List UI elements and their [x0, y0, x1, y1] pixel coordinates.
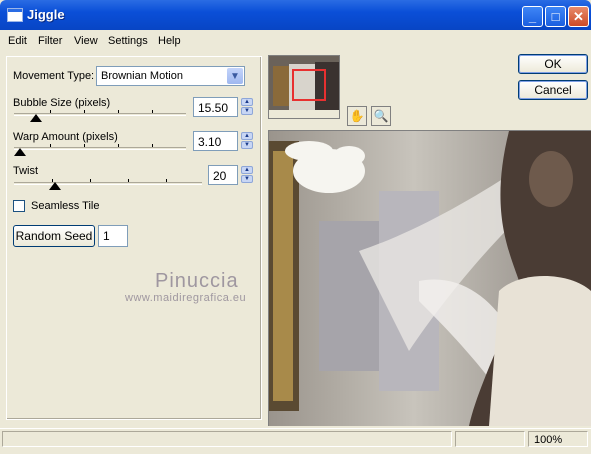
menu-filter[interactable]: Filter: [38, 35, 62, 47]
seamless-tile-label: Seamless Tile: [31, 200, 100, 212]
random-seed-button[interactable]: Random Seed: [13, 225, 95, 247]
warp-amount-value: 3.10: [198, 135, 222, 149]
close-button[interactable]: ✕: [568, 6, 589, 27]
menu-edit[interactable]: Edit: [8, 35, 27, 47]
warp-amount-input[interactable]: 3.10: [193, 131, 238, 151]
title-bar[interactable]: Jiggle _ □ ✕: [0, 0, 591, 30]
movement-type-dropdown[interactable]: Brownian Motion ▼: [96, 66, 245, 86]
zoom-level: 100%: [534, 434, 563, 446]
maximize-button[interactable]: □: [545, 6, 566, 27]
bubble-size-input[interactable]: 15.50: [193, 97, 238, 117]
minimize-button[interactable]: _: [522, 6, 543, 27]
zoom-tool-icon[interactable]: 🔍: [371, 106, 391, 126]
slider-tick: [118, 144, 119, 147]
slider-tick: [166, 179, 167, 182]
slider-tick: [90, 179, 91, 182]
status-pane-main: [2, 431, 452, 447]
bubble-size-slider-thumb[interactable]: [30, 114, 42, 122]
random-seed-value: 1: [103, 229, 110, 243]
seamless-tile-checkbox[interactable]: [13, 200, 25, 212]
slider-tick: [50, 110, 51, 113]
twist-value: 20: [213, 169, 227, 183]
bubble-size-label: Bubble Size (pixels): [13, 97, 111, 109]
slider-tick: [152, 110, 153, 113]
watermark-name: Pinuccia: [155, 270, 239, 292]
twist-input[interactable]: 20: [208, 165, 238, 185]
warp-amount-spinner[interactable]: ▲ ▼: [241, 132, 253, 150]
slider-tick: [128, 179, 129, 182]
movement-type-label: Movement Type:: [13, 70, 95, 82]
slider-tick: [152, 144, 153, 147]
spin-down-icon[interactable]: ▼: [241, 141, 253, 149]
twist-slider-thumb[interactable]: [49, 182, 61, 190]
window-title: Jiggle: [27, 7, 65, 22]
ok-button[interactable]: OK: [518, 54, 588, 74]
navigator-image: [269, 56, 339, 118]
status-bar: 100%: [0, 428, 591, 451]
bubble-size-spinner[interactable]: ▲ ▼: [241, 98, 253, 116]
bubble-size-value: 15.50: [198, 101, 229, 115]
minimize-icon: _: [528, 9, 537, 24]
twist-spinner[interactable]: ▲ ▼: [241, 166, 253, 184]
menu-bar: Edit Filter View Settings Help: [0, 30, 591, 52]
warp-amount-label: Warp Amount (pixels): [13, 131, 118, 143]
warp-amount-slider-thumb[interactable]: [14, 148, 26, 156]
chevron-down-icon[interactable]: ▼: [227, 68, 243, 84]
warp-amount-slider-track[interactable]: [14, 147, 186, 150]
window-icon: [7, 8, 23, 22]
watermark-url: www.maidiregrafica.eu: [125, 292, 247, 304]
spin-down-icon[interactable]: ▼: [241, 107, 253, 115]
status-pane-secondary: [455, 431, 525, 447]
close-icon: ✕: [573, 8, 584, 24]
slider-tick: [84, 110, 85, 113]
spin-up-icon[interactable]: ▲: [241, 98, 253, 106]
twist-slider-track[interactable]: [14, 182, 202, 185]
maximize-icon: □: [551, 9, 560, 24]
menu-help[interactable]: Help: [158, 35, 181, 47]
hand-tool-icon[interactable]: ✋: [347, 106, 367, 126]
cancel-button[interactable]: Cancel: [518, 80, 588, 100]
menu-view[interactable]: View: [74, 35, 98, 47]
slider-tick: [84, 144, 85, 147]
movement-type-value: Brownian Motion: [101, 70, 183, 82]
preview-image: [269, 131, 591, 426]
random-seed-input[interactable]: 1: [98, 225, 128, 247]
spin-down-icon[interactable]: ▼: [241, 175, 253, 183]
spin-up-icon[interactable]: ▲: [241, 132, 253, 140]
navigator-thumbnail[interactable]: [268, 55, 340, 119]
slider-tick: [118, 110, 119, 113]
image-preview[interactable]: [268, 130, 591, 426]
slider-tick: [50, 144, 51, 147]
twist-label: Twist: [13, 165, 39, 177]
menu-settings[interactable]: Settings: [108, 35, 148, 47]
spin-up-icon[interactable]: ▲: [241, 166, 253, 174]
